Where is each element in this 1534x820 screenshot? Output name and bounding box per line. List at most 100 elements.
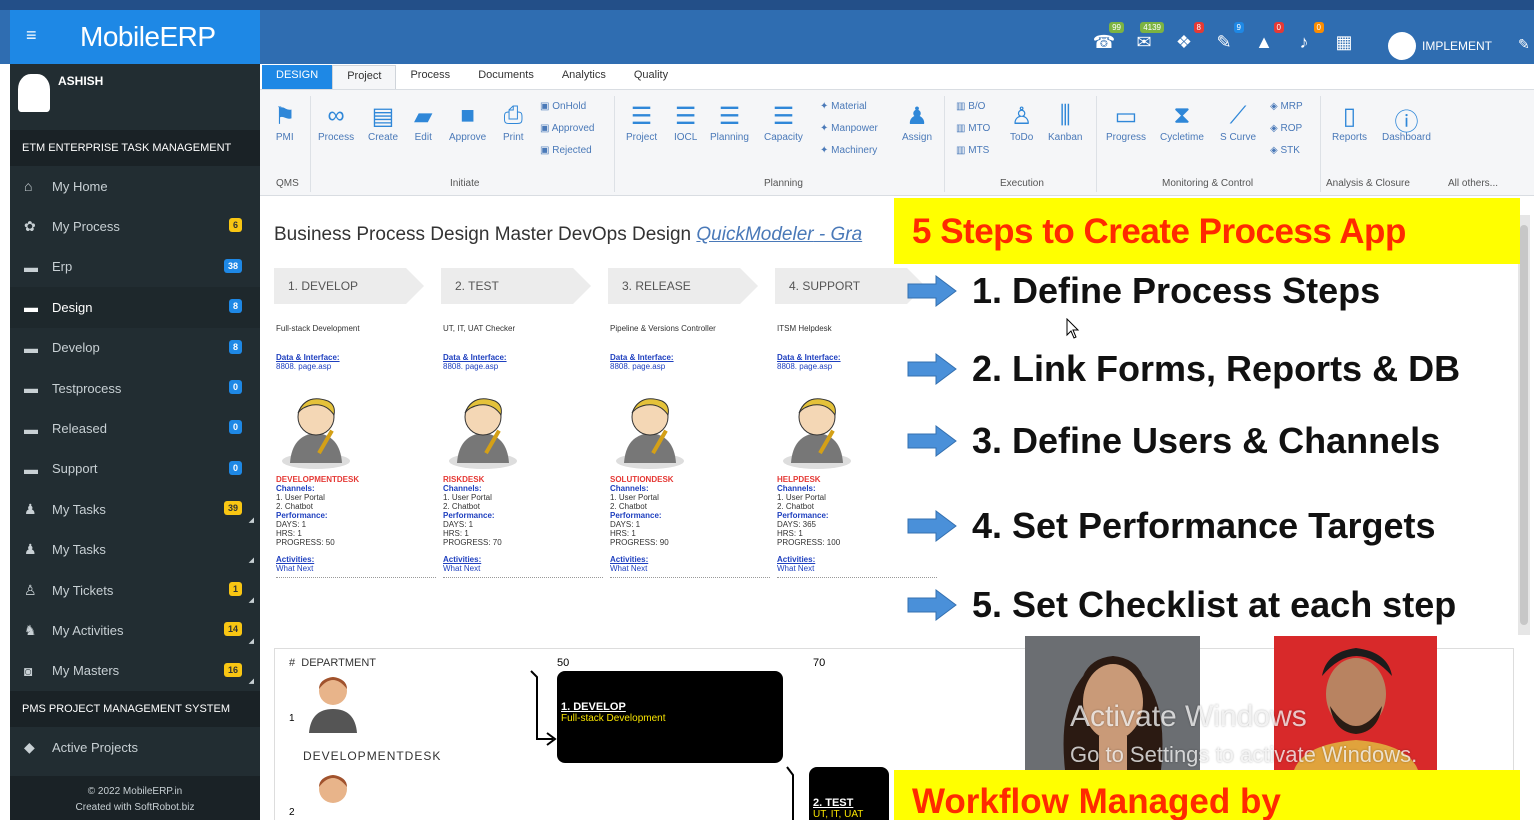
stack-item-bo[interactable]: ▥ B/O bbox=[956, 96, 990, 118]
print-icon: ⎙ bbox=[503, 102, 523, 129]
step-1[interactable]: 1. DEVELOP bbox=[274, 268, 441, 304]
step-2[interactable]: 2. TEST bbox=[441, 268, 608, 304]
stack-item-mts[interactable]: ▥ MTS bbox=[956, 140, 990, 162]
print-button[interactable]: ⎙ Print bbox=[503, 102, 524, 143]
department-avatar-icon bbox=[319, 775, 347, 803]
stack-item-mrp[interactable]: ◈ MRP bbox=[1270, 96, 1303, 118]
tab-quality[interactable]: Quality bbox=[620, 65, 682, 89]
pmi-button[interactable]: ⚑ PMI bbox=[274, 102, 296, 143]
step-column: Full-stack Development Data & Interface: 8… bbox=[276, 324, 436, 578]
process-button[interactable]: ∞ Process bbox=[318, 102, 354, 143]
activities-link[interactable]: Activities: bbox=[443, 555, 603, 564]
wf-n70: 70 bbox=[813, 657, 826, 669]
what-next-link[interactable]: What Next bbox=[777, 564, 937, 573]
inbox-icon[interactable]: ✉ 4139 bbox=[1130, 22, 1164, 56]
step-label: 4. SUPPORT bbox=[775, 268, 925, 304]
group-others[interactable]: All others... bbox=[1448, 178, 1498, 189]
tab-documents[interactable]: Documents bbox=[464, 65, 548, 89]
stack-item-onhold[interactable]: ▣ OnHold bbox=[540, 96, 595, 118]
connector-arrow-icon bbox=[530, 670, 557, 746]
stack-item-mto[interactable]: ▥ MTO bbox=[956, 118, 990, 140]
approve-button[interactable]: ■ Approve bbox=[449, 102, 486, 143]
channels-label: Channels: bbox=[777, 484, 816, 493]
lock-icon[interactable]: ▲ 0 bbox=[1250, 22, 1284, 56]
sidebar-item-my-home[interactable]: ⌂ My Home bbox=[10, 166, 260, 206]
sidebar-item-my-tasks[interactable]: ♟ My Tasks 39 ◢ bbox=[10, 489, 260, 529]
page-link[interactable]: 8808. page.asp bbox=[610, 362, 770, 371]
iocl-label: IOCL bbox=[674, 132, 698, 143]
sidebar-item-my-masters[interactable]: ◙ My Masters 16 ◢ bbox=[10, 651, 260, 691]
pin-icon[interactable]: ✎ bbox=[1518, 36, 1530, 53]
user-menu[interactable]: IMPLEMENT bbox=[1388, 32, 1492, 60]
grid-icon[interactable]: ▦ bbox=[1330, 28, 1358, 56]
capacity-button[interactable]: ☰ Capacity bbox=[764, 102, 803, 143]
brand-title[interactable]: MobileERP bbox=[80, 21, 216, 53]
sidebar-item-design[interactable]: ▬ Design 8 bbox=[10, 287, 260, 328]
sidebar-item-support[interactable]: ▬ Support 0 bbox=[10, 449, 260, 489]
stack-item-stk[interactable]: ◈ STK bbox=[1270, 140, 1303, 162]
quickmodeler-link[interactable]: QuickModeler bbox=[696, 224, 813, 245]
stack-item-machinery[interactable]: ✦ Machinery bbox=[820, 140, 878, 162]
what-next-link[interactable]: What Next bbox=[610, 564, 770, 573]
tab-analytics[interactable]: Analytics bbox=[548, 65, 620, 89]
channels-label: Channels: bbox=[276, 484, 315, 493]
what-next-link[interactable]: What Next bbox=[443, 564, 603, 573]
bell-icon[interactable]: ☎ 99 bbox=[1090, 22, 1124, 56]
sidebar-item-my-tasks[interactable]: ♟ My Tasks ◢ bbox=[10, 530, 260, 570]
data-interface-link[interactable]: Data & Interface: bbox=[443, 353, 603, 362]
iocl-button[interactable]: ☰ IOCL bbox=[674, 102, 697, 143]
wf-block-test[interactable]: 2. TEST UT, IT, UAT bbox=[809, 767, 889, 820]
stack-item-material[interactable]: ✦ Material bbox=[820, 96, 878, 118]
reports-button[interactable]: ▯ Reports bbox=[1332, 102, 1367, 143]
wf-block-develop[interactable]: 1. DEVELOP Full-stack Development bbox=[557, 671, 783, 763]
sidebar-item-testprocess[interactable]: ▬ Testprocess 0 bbox=[10, 368, 260, 408]
sidebar-item-active-projects[interactable]: ◆ Active Projects bbox=[10, 727, 260, 767]
progress-button[interactable]: ▭ Progress bbox=[1106, 102, 1146, 143]
alarm-icon[interactable]: ♪ 0 bbox=[1290, 22, 1324, 56]
list-icon: ☰ bbox=[630, 103, 653, 130]
sidebar-item-my-tickets[interactable]: ♙ My Tickets 1 ◢ bbox=[10, 570, 260, 610]
activities-link[interactable]: Activities: bbox=[777, 555, 937, 564]
data-interface-link[interactable]: Data & Interface: bbox=[276, 353, 436, 362]
data-interface-link[interactable]: Data & Interface: bbox=[610, 353, 770, 362]
create-button[interactable]: ▤ Create bbox=[368, 102, 398, 143]
sidebar-item-erp[interactable]: ▬ Erp 38 bbox=[10, 247, 260, 287]
cycletime-button[interactable]: ⧗ Cycletime bbox=[1160, 102, 1204, 143]
link-icon[interactable]: ✎ 9 bbox=[1210, 22, 1244, 56]
sidebar-user[interactable]: ASHISH bbox=[10, 64, 260, 124]
sidebar-item-my-activities[interactable]: ♞ My Activities 14 ◢ bbox=[10, 610, 260, 650]
channel-1: 1. User Portal bbox=[276, 493, 325, 502]
stack-item-manpower[interactable]: ✦ Manpower bbox=[820, 118, 878, 140]
sidebar-item-develop[interactable]: ▬ Develop 8 bbox=[10, 328, 260, 368]
assign-button[interactable]: ♟ Assign bbox=[902, 102, 932, 143]
activities-link[interactable]: Activities: bbox=[610, 555, 770, 564]
stack-item-rop[interactable]: ◈ ROP bbox=[1270, 118, 1303, 140]
kanban-button[interactable]: ⫼ Kanban bbox=[1048, 102, 1082, 143]
sidebar-item-released[interactable]: ▬ Released 0 bbox=[10, 408, 260, 448]
step-3[interactable]: 3. RELEASE bbox=[608, 268, 775, 304]
what-next-link[interactable]: What Next bbox=[276, 564, 436, 573]
sidebar-item-label: Released bbox=[52, 421, 107, 437]
dashboard-button[interactable]: ⓘ Dashboard bbox=[1382, 102, 1431, 143]
activities-link[interactable]: Activities: bbox=[276, 555, 436, 564]
stack-item-approved[interactable]: ▣ Approved bbox=[540, 118, 595, 140]
planning-button[interactable]: ☰ Planning bbox=[710, 102, 749, 143]
graph-link[interactable]: - Gra bbox=[814, 224, 862, 245]
todo-button[interactable]: ♙ ToDo bbox=[1010, 102, 1033, 143]
ribbon-body: ⚑ PMI ∞ Process ▤ Create ▰ Edit ■ Approve ⎙ Pr… bbox=[260, 90, 1534, 196]
link-icon-glyph: ✎ bbox=[1216, 32, 1232, 52]
scurve-button[interactable]: ⟋ S Curve bbox=[1220, 102, 1256, 143]
stack-item-rejected[interactable]: ▣ Rejected bbox=[540, 140, 595, 162]
page-link[interactable]: 8808. page.asp bbox=[276, 362, 436, 371]
menu-toggle-icon[interactable]: ≡ bbox=[26, 25, 37, 46]
edit-button[interactable]: ▰ Edit bbox=[414, 102, 432, 143]
tab-process[interactable]: Process bbox=[396, 65, 464, 89]
tab-design[interactable]: DESIGN bbox=[262, 65, 333, 89]
user-avatar bbox=[1388, 32, 1416, 60]
tab-project[interactable]: Project bbox=[332, 65, 397, 89]
chat-icon[interactable]: ❖ 8 bbox=[1170, 22, 1204, 56]
project-button[interactable]: ☰ Project bbox=[626, 102, 657, 143]
content-scrollbar[interactable] bbox=[1518, 215, 1530, 635]
page-link[interactable]: 8808. page.asp bbox=[443, 362, 603, 371]
sidebar-item-my-process[interactable]: ✿ My Process 6 bbox=[10, 206, 260, 246]
